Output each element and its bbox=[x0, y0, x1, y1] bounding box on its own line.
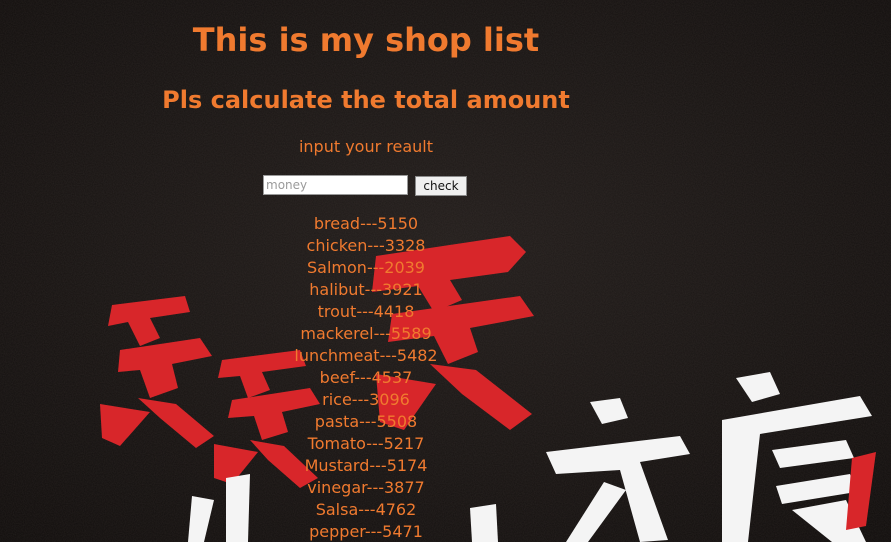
list-item: pasta---5508 bbox=[314, 412, 418, 431]
list-item: Salmon---2039 bbox=[307, 258, 425, 277]
list-item: chicken---3328 bbox=[306, 236, 426, 255]
page-title: This is my shop list bbox=[192, 21, 540, 59]
input-prompt: input your reault bbox=[298, 137, 434, 156]
list-item: lunchmeat---5482 bbox=[294, 346, 438, 365]
list-item: trout---4418 bbox=[317, 302, 415, 321]
list-item: bread---5150 bbox=[313, 214, 419, 233]
list-item: halibut---3921 bbox=[309, 280, 423, 299]
shop-item-list: bread---5150 chicken---3328 Salmon---203… bbox=[0, 213, 732, 542]
list-item: Salsa---4762 bbox=[315, 500, 417, 519]
page-subtitle: Pls calculate the total amount bbox=[162, 86, 570, 114]
list-item: pepper---5471 bbox=[309, 522, 423, 541]
list-item: rice---3096 bbox=[322, 390, 410, 409]
money-input[interactable] bbox=[263, 175, 408, 195]
list-item: vinegar---3877 bbox=[307, 478, 425, 497]
answer-form: check bbox=[0, 175, 732, 197]
list-item: Mustard---5174 bbox=[304, 456, 428, 475]
check-button[interactable]: check bbox=[415, 176, 467, 196]
list-item: beef---4537 bbox=[319, 368, 413, 387]
list-item: Tomato---5217 bbox=[307, 434, 425, 453]
list-item: mackerel---5589 bbox=[300, 324, 432, 343]
